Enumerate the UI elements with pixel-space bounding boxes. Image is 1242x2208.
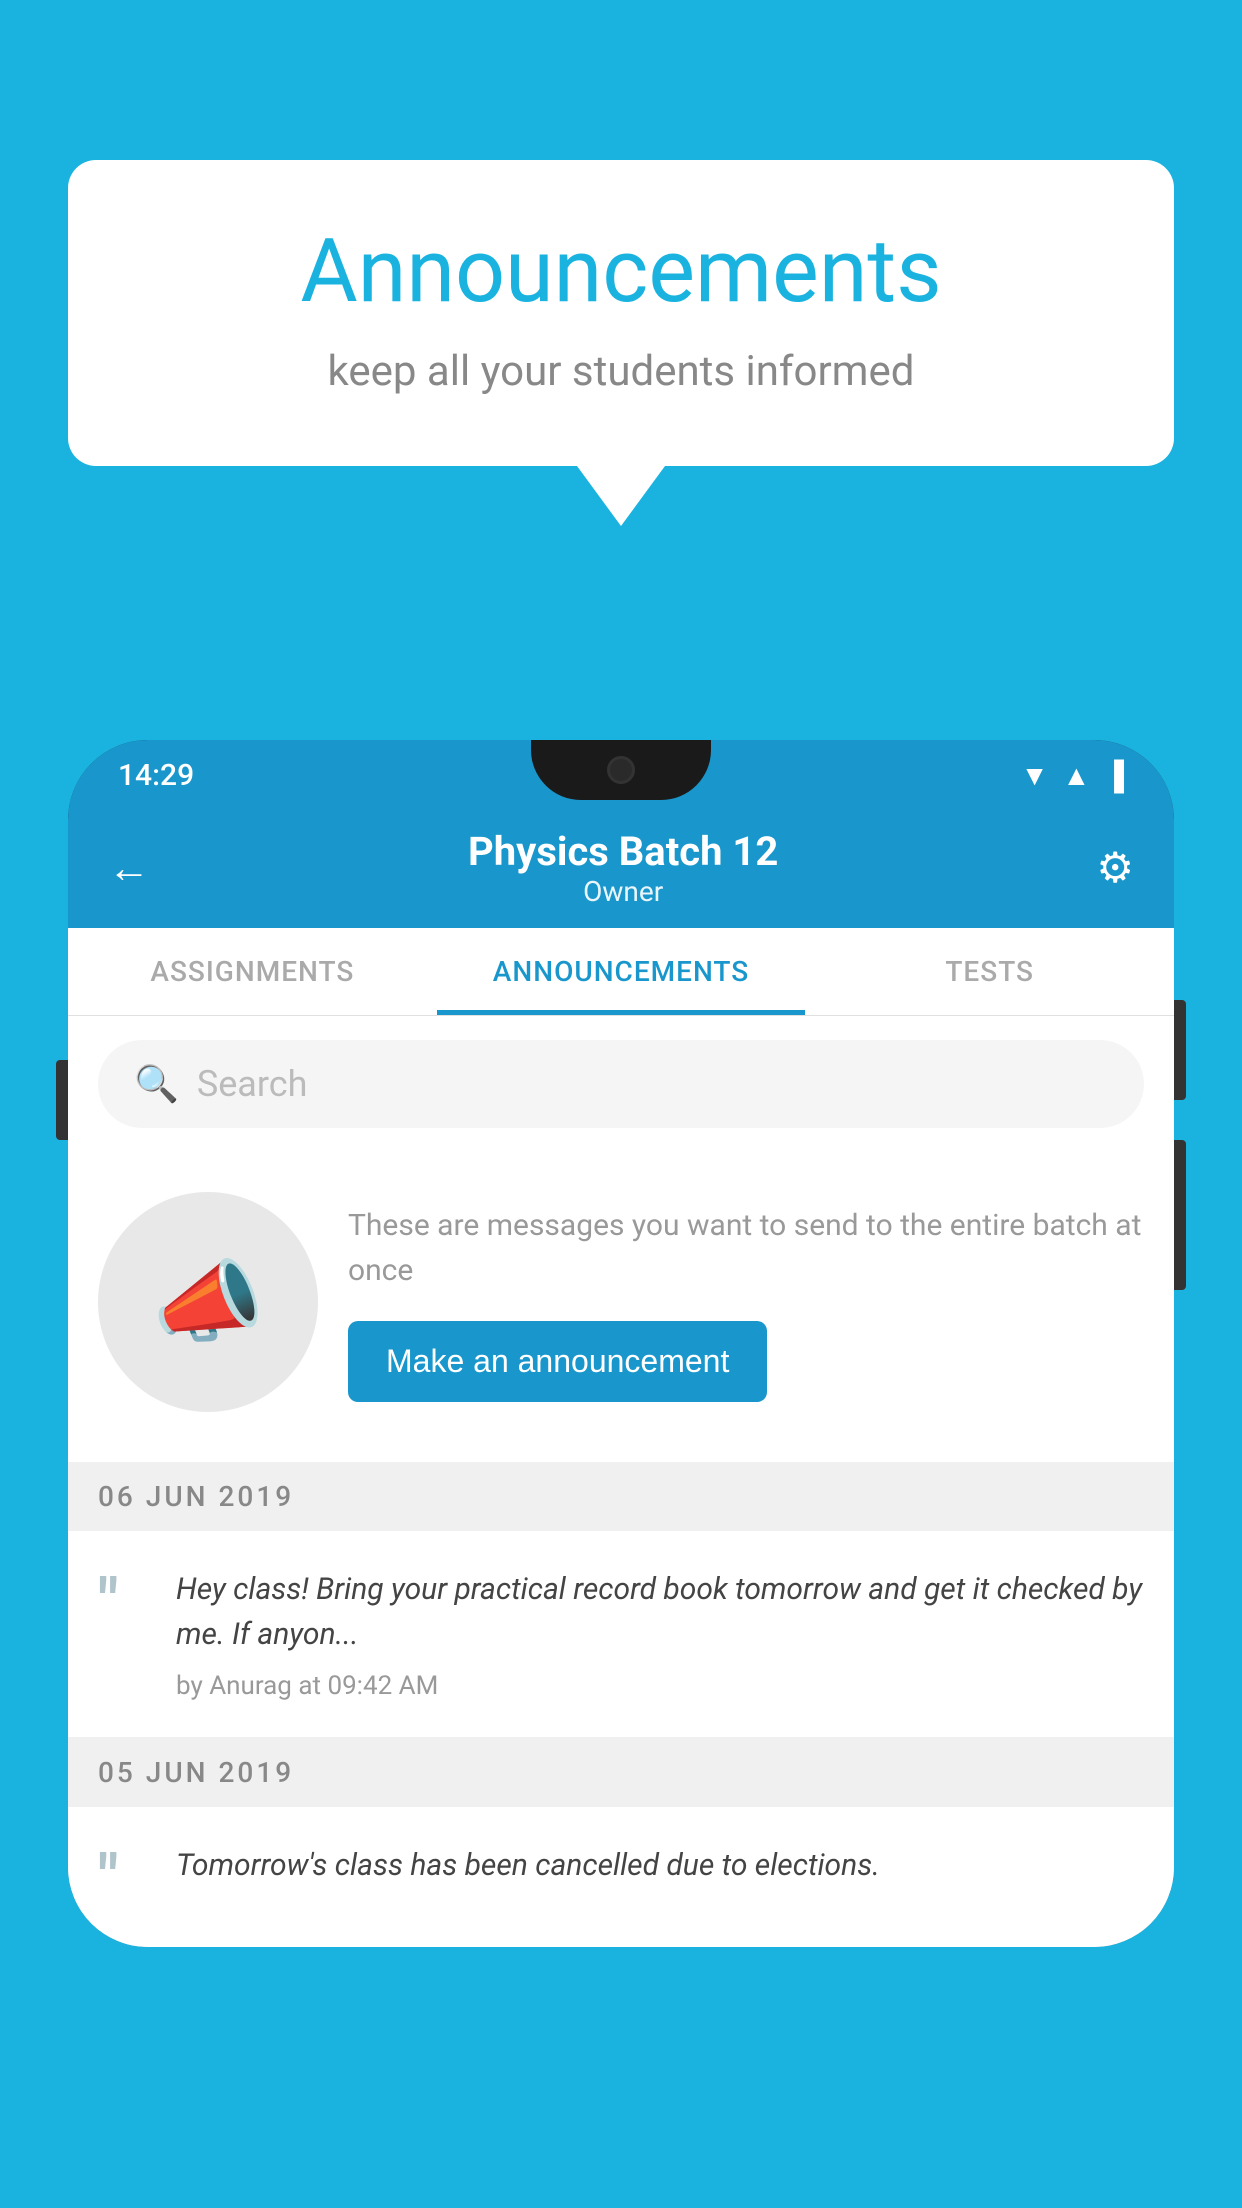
announcement-text-1: Hey class! Bring your practical record b…	[176, 1567, 1144, 1701]
search-bar[interactable]: 🔍 Search	[98, 1040, 1144, 1128]
status-icons: ▼ ▲ ▐	[1021, 759, 1124, 792]
back-button[interactable]: ←	[108, 844, 150, 893]
bubble-subtitle: keep all your students informed	[148, 347, 1094, 396]
tabs-bar: ASSIGNMENTS ANNOUNCEMENTS TESTS	[68, 928, 1174, 1016]
tab-assignments[interactable]: ASSIGNMENTS	[68, 928, 437, 1015]
front-camera	[607, 756, 635, 784]
phone-notch	[531, 740, 711, 800]
speech-bubble-section: Announcements keep all your students inf…	[68, 160, 1174, 526]
phone-frame: 14:29 ▼ ▲ ▐ ← Physics Batch 12 Owner ⚙ A…	[68, 740, 1174, 1947]
promo-description: These are messages you want to send to t…	[348, 1203, 1144, 1293]
bubble-tail	[577, 466, 665, 526]
tab-announcements[interactable]: ANNOUNCEMENTS	[437, 928, 806, 1015]
date-label-1: 06 JUN 2019	[98, 1480, 294, 1513]
signal-icon: ▲	[1062, 759, 1090, 792]
make-announcement-button[interactable]: Make an announcement	[348, 1321, 767, 1402]
promo-text-area: These are messages you want to send to t…	[348, 1203, 1144, 1402]
speech-bubble-card: Announcements keep all your students inf…	[68, 160, 1174, 466]
status-time: 14:29	[118, 758, 194, 793]
date-separator-1: 06 JUN 2019	[68, 1462, 1174, 1531]
announcement-item-2[interactable]: " Tomorrow's class has been cancelled du…	[68, 1807, 1174, 1947]
bubble-title: Announcements	[148, 220, 1094, 323]
tab-tests[interactable]: TESTS	[805, 928, 1174, 1015]
side-button-power	[1174, 1000, 1186, 1100]
content-area: 🔍 Search 📣 These are messages you want t…	[68, 1016, 1174, 1947]
quote-icon-2: "	[98, 1847, 148, 1911]
battery-icon: ▐	[1104, 759, 1124, 792]
phone-wrapper: 14:29 ▼ ▲ ▐ ← Physics Batch 12 Owner ⚙ A…	[68, 740, 1174, 2208]
header-center: Physics Batch 12 Owner	[468, 828, 778, 908]
date-separator-2: 05 JUN 2019	[68, 1738, 1174, 1807]
batch-title: Physics Batch 12	[468, 828, 778, 875]
announcement-item-1[interactable]: " Hey class! Bring your practical record…	[68, 1531, 1174, 1738]
announcement-meta-1: by Anurag at 09:42 AM	[176, 1671, 1144, 1701]
promo-section: 📣 These are messages you want to send to…	[68, 1152, 1174, 1462]
quote-icon-1: "	[98, 1571, 148, 1635]
search-icon: 🔍	[134, 1063, 179, 1105]
promo-icon-circle: 📣	[98, 1192, 318, 1412]
batch-role: Owner	[468, 875, 778, 908]
megaphone-icon: 📣	[152, 1250, 264, 1355]
settings-icon[interactable]: ⚙	[1096, 843, 1134, 893]
search-placeholder: Search	[197, 1063, 308, 1105]
side-button-volume-down	[1174, 1140, 1186, 1290]
app-header: ← Physics Batch 12 Owner ⚙	[68, 808, 1174, 928]
search-container: 🔍 Search	[68, 1016, 1174, 1152]
wifi-icon: ▼	[1021, 759, 1049, 792]
side-button-volume	[56, 1060, 68, 1140]
date-label-2: 05 JUN 2019	[98, 1756, 294, 1789]
announcement-message-2: Tomorrow's class has been cancelled due …	[176, 1843, 1144, 1888]
announcement-text-2: Tomorrow's class has been cancelled due …	[176, 1843, 1144, 1902]
announcement-message-1: Hey class! Bring your practical record b…	[176, 1567, 1144, 1657]
